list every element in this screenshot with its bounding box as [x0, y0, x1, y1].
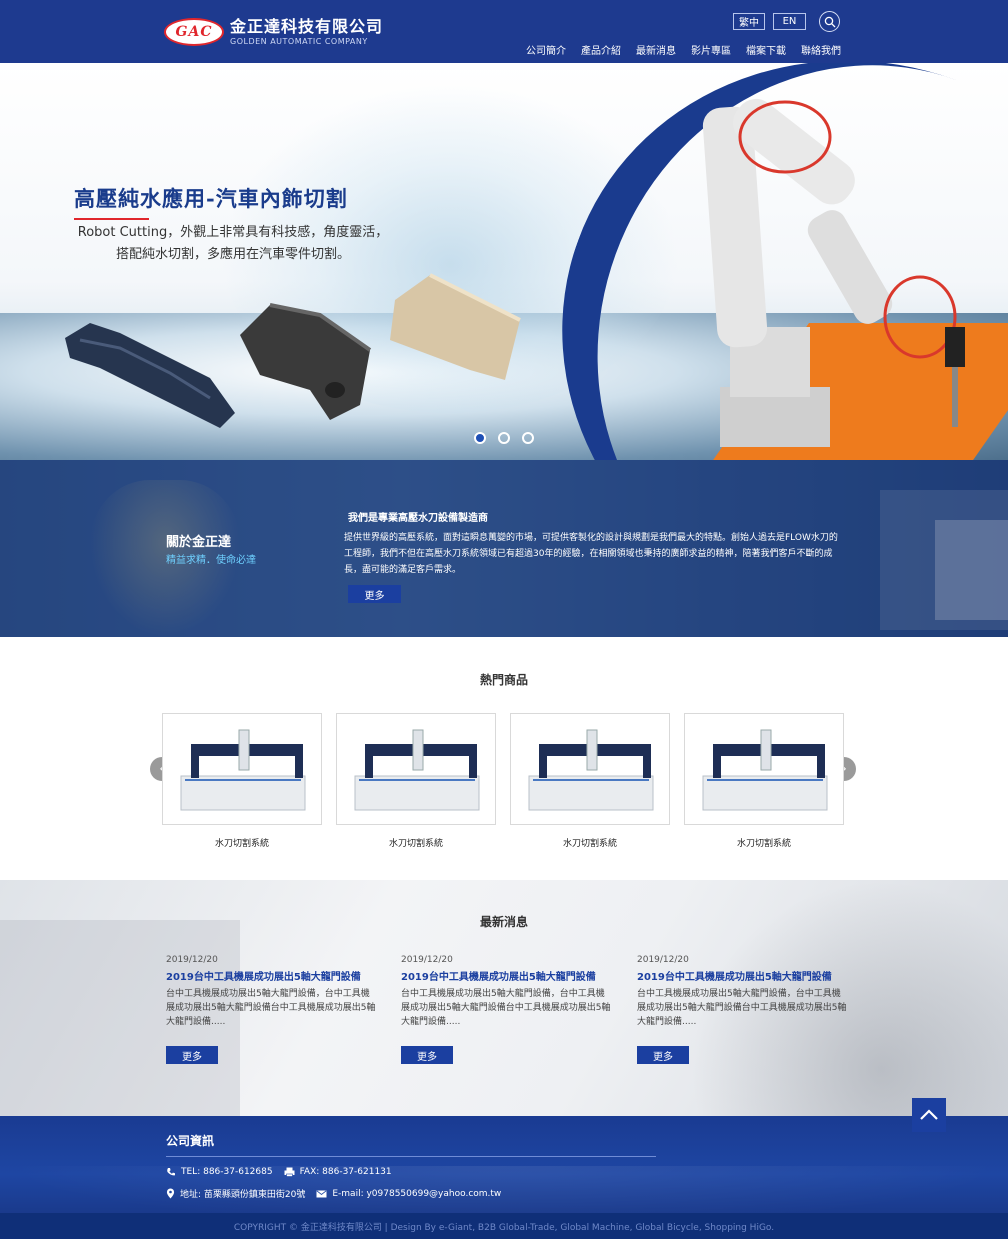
product-card[interactable]	[162, 713, 322, 825]
footer-address: 地址: 苗栗縣頭份鎮東田街20號	[180, 1190, 306, 1200]
news-headline[interactable]: 2019台中工具機展成功展出5軸大龍門設備	[637, 968, 847, 983]
console-part-image	[240, 303, 372, 420]
news-title: 最新消息	[479, 915, 528, 929]
robot-arm-image	[702, 98, 965, 447]
slider-dot-3[interactable]	[522, 432, 534, 444]
search-button[interactable]	[819, 11, 840, 32]
news-summary: 台中工具機展成功展出5軸大龍門設備，台中工具機展成功展出5軸大龍門設備台中工具機…	[166, 989, 376, 1027]
news-more-button[interactable]: 更多	[401, 1046, 453, 1064]
news-summary: 台中工具機展成功展出5軸大龍門設備，台中工具機展成功展出5軸大龍門設備台中工具機…	[401, 989, 611, 1027]
product-card[interactable]	[336, 713, 496, 825]
waterjet-machine-image	[180, 729, 306, 811]
hero-description: Robot Cutting，外觀上非常具有科技感，角度靈活，搭配純水切割，多應用…	[77, 225, 389, 262]
nav-about[interactable]: 公司簡介	[526, 42, 566, 57]
news-item: 2019/12/20 2019台中工具機展成功展出5軸大龍門設備 台中工具機展成…	[401, 955, 611, 1029]
news-item: 2019/12/20 2019台中工具機展成功展出5軸大龍門設備 台中工具機展成…	[637, 955, 847, 1029]
search-icon	[824, 16, 836, 28]
waterjet-machine-image	[354, 729, 480, 811]
phone-icon	[167, 1168, 175, 1176]
product-card[interactable]	[510, 713, 670, 825]
waterjet-machine-image	[528, 729, 654, 811]
about-title: 關於金正達	[166, 535, 232, 550]
nav-contact[interactable]: 聯絡我們	[801, 42, 841, 57]
footer-title: 公司資訊	[166, 1134, 215, 1148]
product-card[interactable]	[684, 713, 844, 825]
about-more-button[interactable]: 更多	[348, 585, 401, 603]
slider-dot-2[interactable]	[498, 432, 510, 444]
location-icon	[166, 1188, 175, 1199]
product-name[interactable]: 水刀切割系統	[336, 836, 496, 849]
logo[interactable]: GAC 金正達科技有限公司 GOLDEN AUTOMATIC COMPANY	[164, 18, 383, 46]
news-date: 2019/12/20	[401, 955, 453, 965]
footer-wave-decor	[0, 1166, 1008, 1213]
footer-tel: TEL: 886-37-612685	[181, 1167, 273, 1177]
footer-email[interactable]: E-mail: y0978550699@yahoo.com.tw	[332, 1189, 501, 1199]
mail-icon	[316, 1189, 327, 1197]
news-section: 最新消息 2019/12/20 2019台中工具機展成功展出5軸大龍門設備 台中…	[0, 880, 1008, 1116]
product-name[interactable]: 水刀切割系統	[162, 836, 322, 849]
news-date: 2019/12/20	[166, 955, 218, 965]
slider-dot-1[interactable]	[474, 432, 486, 444]
company-name-en: GOLDEN AUTOMATIC COMPANY	[230, 36, 368, 46]
back-to-top-button[interactable]	[912, 1098, 946, 1132]
footer-fax: FAX: 886-37-621131	[299, 1167, 392, 1177]
product-name[interactable]: 水刀切割系統	[510, 836, 670, 849]
hero-banner[interactable]: 高壓純水應用-汽車內飾切割 Robot Cutting，外觀上非常具有科技感，角…	[0, 63, 1008, 460]
slider-dots	[474, 432, 534, 444]
lang-en-button[interactable]: EN	[773, 13, 806, 30]
hero-title-underline	[74, 218, 149, 220]
nav-downloads[interactable]: 檔案下載	[746, 42, 786, 57]
about-subtitle: 精益求精．使命必達	[166, 555, 256, 566]
lang-zh-button[interactable]: 繁中	[733, 13, 765, 30]
footer-address-row: 地址: 苗栗縣頭份鎮東田街20號 E-mail: y0978550699@yah…	[166, 1187, 501, 1200]
nav-products[interactable]: 產品介紹	[581, 42, 621, 57]
about-heading: 我們是專業高壓水刀設備製造商	[348, 513, 488, 524]
news-more-button[interactable]: 更多	[637, 1046, 689, 1064]
hot-products-title: 熱門商品	[479, 673, 528, 687]
beige-panel-image	[390, 273, 521, 380]
waterjet-machine-image	[702, 729, 828, 811]
product-name[interactable]: 水刀切割系統	[684, 836, 844, 849]
news-headline[interactable]: 2019台中工具機展成功展出5軸大龍門設備	[166, 968, 376, 983]
chevron-up-icon	[920, 1109, 938, 1120]
about-section: 關於金正達 精益求精．使命必達 我們是專業高壓水刀設備製造商 提供世界級的高壓系…	[0, 460, 1008, 637]
news-summary: 台中工具機展成功展出5軸大龍門設備，台中工具機展成功展出5軸大龍門設備台中工具機…	[637, 989, 847, 1027]
about-body-text: 提供世界級的高壓系統，面對這瞬息萬變的市場，可提供客製化的設計與規劃是我們最大的…	[344, 533, 838, 575]
news-item: 2019/12/20 2019台中工具機展成功展出5軸大龍門設備 台中工具機展成…	[166, 955, 376, 1029]
copyright-bar: COPYRIGHT © 金正達科技有限公司 | Design By e-Gian…	[0, 1213, 1008, 1239]
main-nav: 公司簡介 產品介紹 最新消息 影片專區 檔案下載 聯絡我們	[526, 42, 841, 57]
site-header: GAC 金正達科技有限公司 GOLDEN AUTOMATIC COMPANY 繁…	[0, 0, 1008, 63]
fax-icon	[284, 1167, 295, 1177]
dashboard-part-image	[65, 323, 235, 428]
footer-contact-row: TEL: 886-37-612685 FAX: 886-37-621131	[166, 1167, 392, 1177]
hero-title: 高壓純水應用-汽車內飾切割	[74, 186, 348, 211]
logo-mark: GAC	[164, 18, 224, 46]
nav-news[interactable]: 最新消息	[636, 42, 676, 57]
news-date: 2019/12/20	[637, 955, 689, 965]
news-more-button[interactable]: 更多	[166, 1046, 218, 1064]
company-name: 金正達科技有限公司	[230, 16, 384, 36]
news-headline[interactable]: 2019台中工具機展成功展出5軸大龍門設備	[401, 968, 611, 983]
site-footer: 公司資訊 TEL: 886-37-612685 FAX: 886-37-6211…	[0, 1116, 1008, 1213]
nav-videos[interactable]: 影片專區	[691, 42, 731, 57]
footer-divider	[166, 1156, 656, 1157]
